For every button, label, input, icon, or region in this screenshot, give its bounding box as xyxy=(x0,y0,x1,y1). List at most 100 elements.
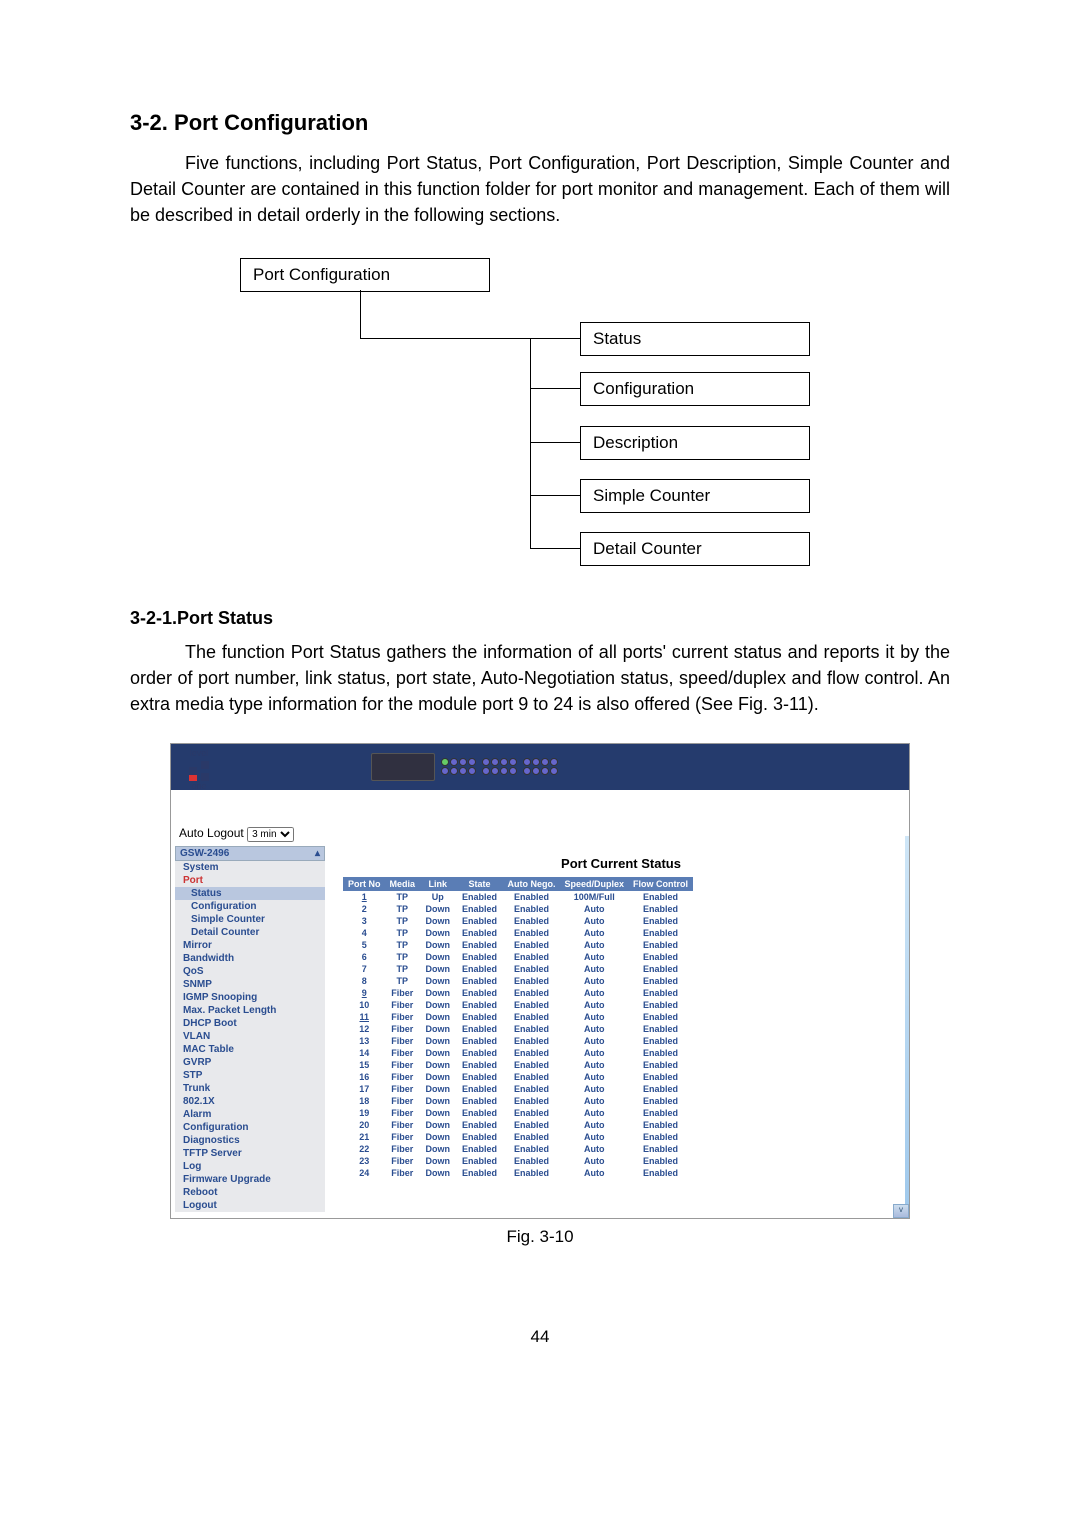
table-cell: Fiber xyxy=(385,1119,420,1131)
nav-item[interactable]: VLAN xyxy=(175,1030,325,1043)
nav-item[interactable]: Bandwidth xyxy=(175,952,325,965)
port-number-cell[interactable]: 1 xyxy=(344,890,386,903)
port-number-cell[interactable]: 12 xyxy=(344,1023,386,1035)
table-cell: Enabled xyxy=(456,987,503,999)
table-cell: Enabled xyxy=(503,1155,560,1167)
port-number-cell[interactable]: 23 xyxy=(344,1155,386,1167)
table-cell: Enabled xyxy=(503,1059,560,1071)
nav-item[interactable]: IGMP Snooping xyxy=(175,991,325,1004)
table-cell: Enabled xyxy=(629,951,693,963)
scrollbar-track[interactable] xyxy=(905,836,909,1204)
connector-line xyxy=(530,338,531,548)
nav-item[interactable]: Port xyxy=(175,874,325,887)
table-cell: TP xyxy=(385,975,420,987)
table-cell: Enabled xyxy=(503,927,560,939)
table-cell: Down xyxy=(420,1047,457,1059)
nav-item[interactable]: Simple Counter xyxy=(175,913,325,926)
table-row: 19FiberDownEnabledEnabledAutoEnabled xyxy=(344,1107,693,1119)
port-number-cell[interactable]: 3 xyxy=(344,915,386,927)
table-cell: Enabled xyxy=(503,939,560,951)
table-cell: Enabled xyxy=(503,1131,560,1143)
table-row: 1TPUpEnabledEnabled100M/FullEnabled xyxy=(344,890,693,903)
nav-item[interactable]: Configuration xyxy=(175,900,325,913)
nav-item[interactable]: DHCP Boot xyxy=(175,1017,325,1030)
nav-item[interactable]: STP xyxy=(175,1069,325,1082)
table-cell: Fiber xyxy=(385,1023,420,1035)
port-number-cell[interactable]: 24 xyxy=(344,1167,386,1179)
nav-item[interactable]: MAC Table xyxy=(175,1043,325,1056)
nav-item[interactable]: Log xyxy=(175,1160,325,1173)
table-cell: Auto xyxy=(560,1107,629,1119)
nav-item[interactable]: 802.1X xyxy=(175,1095,325,1108)
nav-item[interactable]: Max. Packet Length xyxy=(175,1004,325,1017)
port-number-cell[interactable]: 13 xyxy=(344,1035,386,1047)
table-cell: Enabled xyxy=(629,1095,693,1107)
port-number-cell[interactable]: 14 xyxy=(344,1047,386,1059)
port-number-cell[interactable]: 15 xyxy=(344,1059,386,1071)
nav-item[interactable]: TFTP Server xyxy=(175,1147,325,1160)
nav-item[interactable]: System xyxy=(175,861,325,874)
auto-logout-select[interactable]: 3 min xyxy=(247,827,294,842)
nav-item[interactable]: Diagnostics xyxy=(175,1134,325,1147)
port-number-cell[interactable]: 9 xyxy=(344,987,386,999)
table-header: Media xyxy=(385,877,420,890)
nav-item[interactable]: Firmware Upgrade xyxy=(175,1173,325,1186)
nav-item[interactable]: Reboot xyxy=(175,1186,325,1199)
nav-item[interactable]: GVRP xyxy=(175,1056,325,1069)
device-name-row[interactable]: GSW-2496 ▴ xyxy=(175,846,325,861)
nav-item[interactable]: Status xyxy=(175,887,325,900)
table-cell: Down xyxy=(420,987,457,999)
nav-item[interactable]: Configuration xyxy=(175,1121,325,1134)
table-cell: Down xyxy=(420,939,457,951)
table-cell: Auto xyxy=(560,1083,629,1095)
port-number-cell[interactable]: 19 xyxy=(344,1107,386,1119)
subsection-heading: 3-2-1.Port Status xyxy=(130,608,950,629)
table-header: State xyxy=(456,877,503,890)
port-number-cell[interactable]: 16 xyxy=(344,1071,386,1083)
port-number-cell[interactable]: 7 xyxy=(344,963,386,975)
port-number-cell[interactable]: 4 xyxy=(344,927,386,939)
hier-child: Detail Counter xyxy=(580,532,810,566)
table-header: Auto Nego. xyxy=(503,877,560,890)
port-number-cell[interactable]: 8 xyxy=(344,975,386,987)
port-number-cell[interactable]: 21 xyxy=(344,1131,386,1143)
nav-item[interactable]: Mirror xyxy=(175,939,325,952)
nav-item[interactable]: SNMP xyxy=(175,978,325,991)
nav-item[interactable]: QoS xyxy=(175,965,325,978)
table-cell: Enabled xyxy=(456,927,503,939)
port-number-cell[interactable]: 18 xyxy=(344,1095,386,1107)
nav-item[interactable]: Logout xyxy=(175,1199,325,1212)
table-cell: Enabled xyxy=(456,1119,503,1131)
table-cell: TP xyxy=(385,939,420,951)
port-number-cell[interactable]: 20 xyxy=(344,1119,386,1131)
table-cell: Auto xyxy=(560,1047,629,1059)
table-cell: Enabled xyxy=(456,1023,503,1035)
port-block-icon xyxy=(482,758,517,775)
table-cell: Fiber xyxy=(385,1011,420,1023)
table-cell: Enabled xyxy=(629,1143,693,1155)
nav-item[interactable]: Alarm xyxy=(175,1108,325,1121)
port-number-cell[interactable]: 22 xyxy=(344,1143,386,1155)
table-cell: Enabled xyxy=(629,927,693,939)
section-paragraph-1: Five functions, including Port Status, P… xyxy=(130,150,950,228)
port-number-cell[interactable]: 5 xyxy=(344,939,386,951)
port-number-cell[interactable]: 10 xyxy=(344,999,386,1011)
connector-line xyxy=(530,442,580,443)
nav-tree: GSW-2496 ▴ SystemPortStatusConfiguration… xyxy=(175,846,325,1212)
nav-item[interactable]: Detail Counter xyxy=(175,926,325,939)
embedded-screenshot: level one Auto Logout 3 min GSW-2496 ▴ xyxy=(170,743,910,1219)
port-number-cell[interactable]: 6 xyxy=(344,951,386,963)
table-cell: Auto xyxy=(560,1071,629,1083)
connector-line xyxy=(360,290,361,338)
port-number-cell[interactable]: 11 xyxy=(344,1011,386,1023)
table-cell: Enabled xyxy=(629,963,693,975)
collapse-icon[interactable]: ▴ xyxy=(315,848,320,859)
section-heading: 3-2. Port Configuration xyxy=(130,110,950,136)
table-cell: Enabled xyxy=(456,1011,503,1023)
table-cell: Enabled xyxy=(503,1035,560,1047)
nav-item[interactable]: Trunk xyxy=(175,1082,325,1095)
table-cell: Auto xyxy=(560,975,629,987)
scroll-down-icon[interactable]: v xyxy=(893,1204,909,1218)
port-number-cell[interactable]: 2 xyxy=(344,903,386,915)
port-number-cell[interactable]: 17 xyxy=(344,1083,386,1095)
